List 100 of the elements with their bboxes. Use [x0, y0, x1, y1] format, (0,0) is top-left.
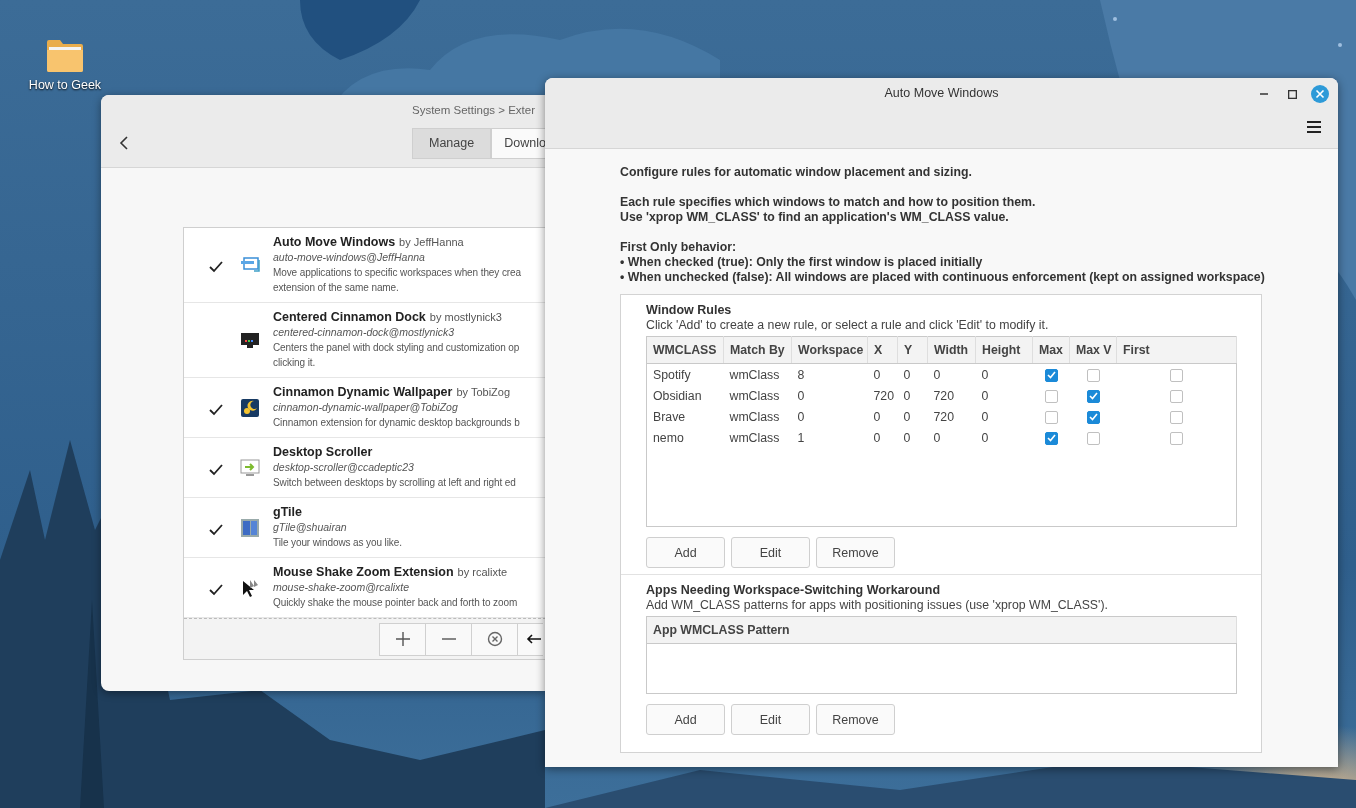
windows-icon: [240, 255, 260, 275]
table-cell-text: 1: [796, 429, 806, 447]
intro-text: First Only behavior:: [620, 240, 738, 255]
intro-text: • When unchecked (false): All windows are placed with continuous enforcement (kept on assigned workspace): [620, 270, 1266, 285]
extension-name: Mouse Shake Zoom Extension: [273, 565, 454, 580]
table-cell-text: 0: [872, 408, 882, 426]
checkbox[interactable]: [1044, 389, 1058, 403]
extension-description: Centers the panel with dock styling and customization op: [273, 341, 520, 355]
column-header[interactable]: Match By: [723, 336, 792, 364]
checkbox[interactable]: [1044, 368, 1058, 382]
extension-name: Centered Cinnamon Dock: [273, 310, 426, 325]
extension-name: Cinnamon Dynamic Wallpaper: [273, 385, 453, 400]
intro-text: Use 'xprop WM_CLASS' to find an application's WM_CLASS value.: [620, 210, 1010, 225]
checkbox[interactable]: [1169, 410, 1183, 424]
table-cell-text: 0: [932, 429, 942, 447]
extension-description: Tile your windows as you like.: [273, 536, 402, 550]
table-cell-text: 0: [796, 408, 806, 426]
extension-author: by JeffHanna: [399, 235, 464, 250]
table-cell: Obsidian: [646, 385, 724, 406]
uninstall-button[interactable]: [471, 622, 518, 656]
extension-uuid: centered-cinnamon-dock@mostlynick3: [273, 325, 456, 340]
table-cell-text: 0: [980, 387, 990, 405]
column-header[interactable]: WMCLASS: [646, 336, 724, 364]
extension-description: extension of the same name.: [273, 281, 400, 295]
column-header[interactable]: Width: [927, 336, 976, 364]
table-cell: Spotify: [646, 363, 724, 385]
close-circle-icon: [486, 631, 503, 647]
extension-description: Switch between desktops by scrolling at left and right ed: [273, 476, 516, 490]
checkbox[interactable]: [1169, 389, 1183, 403]
table-cell-text: 0: [872, 429, 882, 447]
table-cell: 0: [897, 363, 928, 385]
table-cell-text: wmClass: [728, 429, 781, 447]
checkbox[interactable]: [1086, 410, 1100, 424]
column-header[interactable]: Height: [975, 336, 1033, 364]
checkbox[interactable]: [1169, 431, 1183, 445]
add-icon: [394, 631, 411, 647]
section-title: Window Rules: [646, 303, 733, 318]
extension-description: Move applications to specific workspaces when they crea: [273, 266, 521, 280]
intro-text: Configure rules for automatic window placement and sizing.: [620, 165, 973, 180]
monitor-arrow-icon: [240, 457, 260, 478]
menu-button[interactable]: [1306, 120, 1324, 136]
extension-description: Quickly shake the mouse pointer back and forth to zoom: [273, 596, 518, 610]
moon-sun-icon: [240, 397, 260, 418]
column-header[interactable]: Max V: [1069, 336, 1117, 364]
folder-icon[interactable]: [45, 38, 85, 74]
back-arrow-button[interactable]: [517, 622, 543, 656]
table-cell-text: 720: [932, 387, 956, 405]
extension-uuid: auto-move-windows@JeffHanna: [273, 250, 426, 265]
action-button[interactable]: Add: [646, 704, 725, 735]
extension-uuid: desktop-scroller@ccadeptic23: [273, 460, 415, 475]
desktop-icon-label[interactable]: How to Geek: [28, 78, 102, 92]
extension-uuid: mouse-shake-zoom@rcalixte: [273, 580, 411, 595]
table-cell: 8: [791, 363, 868, 385]
window-title: Auto Move Windows: [884, 85, 999, 102]
action-button[interactable]: Remove: [816, 704, 895, 735]
minus-icon: [441, 638, 456, 640]
checkbox[interactable]: [1169, 368, 1183, 382]
extension-name: Auto Move Windows: [273, 235, 396, 250]
close-button[interactable]: [1309, 83, 1331, 105]
checkbox[interactable]: [1086, 389, 1100, 403]
column-header[interactable]: Max: [1032, 336, 1070, 364]
extension-uuid: gTile@shuairan: [273, 520, 348, 535]
maximize-icon: [1287, 89, 1297, 99]
table-cell: 0: [975, 363, 1033, 385]
action-button[interactable]: Remove: [816, 537, 895, 568]
table-cell-text: 0: [902, 387, 912, 405]
section-title: Apps Needing Workspace-Switching Workaround: [646, 583, 942, 598]
checkbox[interactable]: [1086, 431, 1100, 445]
monitor-icon: [240, 330, 260, 350]
extension-description: clicking it.: [273, 356, 317, 370]
intro-text: • When checked (true): Only the first window is placed initially: [620, 255, 984, 270]
extension-name: gTile: [273, 505, 302, 520]
action-button[interactable]: Add: [646, 537, 725, 568]
menu-icon: [1306, 120, 1322, 134]
table-cell-text: wmClass: [728, 387, 781, 405]
checkbox[interactable]: [1044, 431, 1058, 445]
column-header[interactable]: X: [867, 336, 898, 364]
table-cell: 0: [927, 363, 976, 385]
add-button[interactable]: [379, 622, 426, 656]
tab[interactable]: Downlo: [491, 127, 545, 159]
close-icon: [1311, 85, 1329, 103]
checkbox[interactable]: [1044, 410, 1058, 424]
action-button[interactable]: Edit: [731, 537, 810, 568]
table-cell: 0: [867, 363, 898, 385]
column-header[interactable]: Workspace: [791, 336, 868, 364]
checkbox[interactable]: [1086, 368, 1100, 382]
table-cell-text: 0: [980, 429, 990, 447]
column-header[interactable]: App WMCLASS Pattern: [646, 616, 1237, 644]
tab[interactable]: Manage: [412, 127, 492, 159]
minimize-icon: [1260, 93, 1268, 95]
table-cell-text: 720: [932, 408, 956, 426]
table-cell-text: 0: [902, 408, 912, 426]
table-cell-text: 0: [902, 429, 912, 447]
section-hint: Add WM_CLASS patterns for apps with positioning issues (use 'xprop WM_CLASS').: [646, 598, 1109, 613]
column-header[interactable]: Y: [897, 336, 928, 364]
table-cell-text: 720: [872, 387, 896, 405]
column-header[interactable]: First: [1116, 336, 1237, 364]
table-cell-text: wmClass: [728, 408, 781, 426]
extension-name: Desktop Scroller: [273, 445, 373, 460]
action-button[interactable]: Edit: [731, 704, 810, 735]
